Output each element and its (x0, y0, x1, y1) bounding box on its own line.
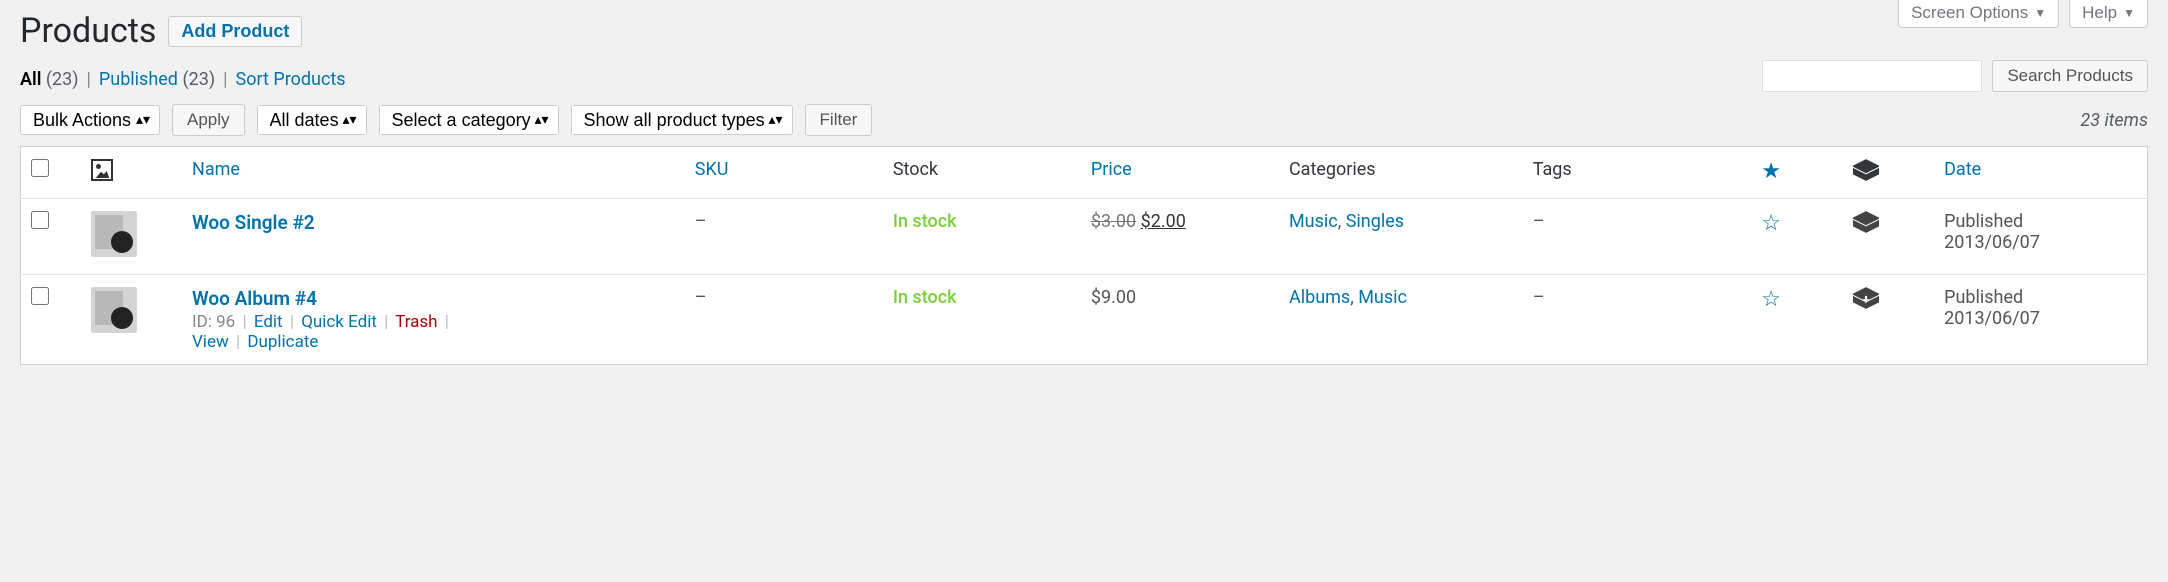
row-checkbox[interactable] (31, 211, 49, 229)
featured-column-icon: ★ (1761, 159, 1781, 184)
search-button[interactable]: Search Products (1992, 60, 2148, 92)
tags-value: – (1523, 275, 1752, 365)
quick-edit-link[interactable]: Quick Edit (301, 312, 377, 332)
sort-products-link[interactable]: Sort Products (236, 69, 346, 90)
sale-price: $2.00 (1141, 211, 1186, 232)
date-status: Published (1944, 211, 2137, 232)
category-link[interactable]: Music (1358, 287, 1407, 308)
screen-options-button[interactable]: Screen Options ▼ (1898, 0, 2059, 28)
filter-published-count: (23) (182, 69, 215, 90)
column-date[interactable]: Date (1934, 147, 2147, 199)
add-product-button[interactable]: Add Product (168, 16, 302, 47)
product-type-icon (1853, 211, 1879, 233)
duplicate-link[interactable]: Duplicate (247, 332, 318, 352)
product-name-link[interactable]: Woo Single #2 (192, 211, 315, 234)
category-link[interactable]: Albums (1289, 287, 1350, 308)
items-count: 23 items (2080, 110, 2148, 131)
table-row: Woo Album #4 ID: 96 | Edit | Quick Edit … (21, 275, 2148, 365)
featured-toggle[interactable]: ☆ (1761, 287, 1781, 312)
row-id: ID: 96 (192, 312, 235, 332)
caret-down-icon: ▼ (2034, 6, 2046, 20)
separator: | (87, 69, 91, 90)
featured-toggle[interactable]: ☆ (1761, 211, 1781, 236)
category-select[interactable]: Select a category (379, 105, 559, 135)
sku-value: – (685, 275, 883, 365)
filter-published[interactable]: Published (99, 69, 178, 90)
trash-link[interactable]: Trash (395, 312, 437, 332)
date-value: 2013/06/07 (1944, 232, 2137, 253)
product-type-download-icon (1853, 287, 1879, 309)
stock-status: In stock (893, 211, 957, 232)
help-label: Help (2082, 3, 2117, 23)
help-button[interactable]: Help ▼ (2069, 0, 2148, 28)
screen-options-label: Screen Options (1911, 3, 2028, 23)
column-categories: Categories (1279, 147, 1523, 199)
old-price: $3.00 (1091, 211, 1136, 232)
price-value: $9.00 (1081, 275, 1279, 365)
image-column-icon (91, 159, 113, 181)
caret-down-icon: ▼ (2123, 6, 2135, 20)
product-type-select[interactable]: Show all product types (571, 105, 793, 135)
column-price[interactable]: Price (1081, 147, 1279, 199)
table-row: Woo Single #2 – In stock $3.00 $2.00 Mus… (21, 199, 2148, 275)
apply-button[interactable]: Apply (172, 104, 245, 136)
filter-all[interactable]: All (20, 69, 41, 90)
type-column-icon (1853, 159, 1879, 181)
date-status: Published (1944, 287, 2137, 308)
dates-select[interactable]: All dates (257, 105, 367, 135)
row-checkbox[interactable] (31, 287, 49, 305)
bulk-actions-select[interactable]: Bulk Actions (20, 105, 160, 135)
category-link[interactable]: Singles (1346, 211, 1404, 232)
edit-link[interactable]: Edit (254, 312, 283, 332)
separator: | (223, 69, 227, 90)
product-name-link[interactable]: Woo Album #4 (192, 287, 317, 310)
page-title: Products (20, 9, 156, 53)
product-thumbnail[interactable] (91, 287, 137, 333)
column-tags: Tags (1523, 147, 1752, 199)
column-sku[interactable]: SKU (685, 147, 883, 199)
column-stock: Stock (883, 147, 1081, 199)
view-link[interactable]: View (192, 332, 229, 352)
sku-value: – (685, 199, 883, 275)
product-thumbnail[interactable] (91, 211, 137, 257)
filter-all-count: (23) (46, 69, 79, 90)
select-all-checkbox[interactable] (31, 159, 49, 177)
stock-status: In stock (893, 287, 957, 308)
search-input[interactable] (1762, 60, 1982, 92)
products-table: Name SKU Stock Price Categories Tags ★ D… (20, 146, 2148, 365)
filter-button[interactable]: Filter (805, 104, 873, 136)
tags-value: – (1523, 199, 1752, 275)
column-name[interactable]: Name (182, 147, 685, 199)
category-link[interactable]: Music (1289, 211, 1338, 232)
date-value: 2013/06/07 (1944, 308, 2137, 329)
row-actions: ID: 96 | Edit | Quick Edit | Trash | Vie… (192, 310, 675, 352)
